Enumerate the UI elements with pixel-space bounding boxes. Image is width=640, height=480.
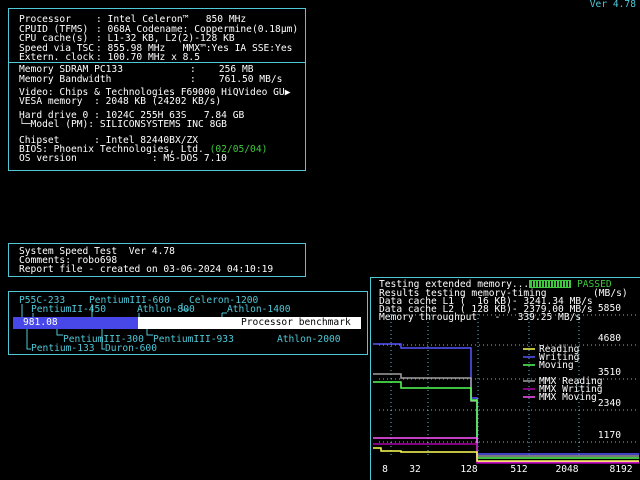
x-tick-label: 512 (510, 464, 527, 475)
benchmark-caption: Processor benchmark (241, 317, 351, 328)
memory-info: Memory SDRAM PC133: 256 MB Memory Bandwid… (19, 65, 282, 84)
memory-info-row: Memory Bandwidth : 761.50 MB/s (19, 73, 283, 85)
x-tick-label: 128 (460, 464, 478, 475)
x-tick-label: 8192 (609, 464, 632, 475)
benchmark-panel: P55C-233 PentiumIII-600 Celeron-1200 Pen… (8, 291, 368, 355)
cpu-label-athlon-2000: Athlon-2000 (277, 334, 341, 345)
version-label: Ver 4.78 (589, 0, 636, 10)
y-tick-label: 1170 (598, 430, 621, 441)
legend-label: MMX Moving (539, 392, 597, 403)
x-tick-label: 2048 (555, 464, 578, 475)
os-info: OS version : MS-DOS 7.10 (19, 153, 227, 164)
cpu-label-pentiumiii-933: PentiumIII-933 (153, 334, 234, 345)
y-tick-label: 5850 (598, 303, 621, 314)
hard-drive-model: └─Model (PM): SILICONSYSTEMS INC 8GB (19, 119, 227, 130)
x-tick-label: 8 (382, 464, 388, 475)
y-tick-label: 4680 (598, 333, 621, 344)
memory-info-value: : 761.50 MB/s (190, 73, 283, 85)
cpu-label-duron-600: Duron-600 (105, 343, 157, 354)
memory-test-panel: Testing extended memory... PASSED Result… (370, 277, 640, 480)
memory-info-label: Memory Bandwidth (19, 73, 112, 85)
benchmark-scale: 981.08 Processor benchmark (13, 317, 361, 329)
system-info-panel: Processor: Intel Celeron™ 850 MHz CPUID (… (8, 8, 306, 171)
arrow-right-icon: ▶ (284, 87, 291, 98)
report-panel: System Speed Test Ver 4.78 Comments: rob… (8, 243, 306, 277)
legend-label: Moving (539, 360, 574, 371)
divider (9, 62, 305, 63)
cpu-info: Processor: Intel Celeron™ 850 MHz CPUID (… (19, 15, 298, 63)
vesa-info: VESA memory : 2048 KB (24202 KB/s) (19, 96, 222, 107)
memory-timing-chart: 58504680351023401170 8 32 128 512 2048 8192 R… (373, 303, 639, 475)
x-tick-label: 32 (409, 464, 421, 475)
y-tick-label: 2340 (598, 398, 621, 409)
benchmark-value: 981.08 (23, 317, 58, 328)
cpu-label-pentium-133: Pentium-133 (31, 343, 95, 354)
report-file: Report file - created on 03-06-2024 04:1… (19, 264, 274, 275)
